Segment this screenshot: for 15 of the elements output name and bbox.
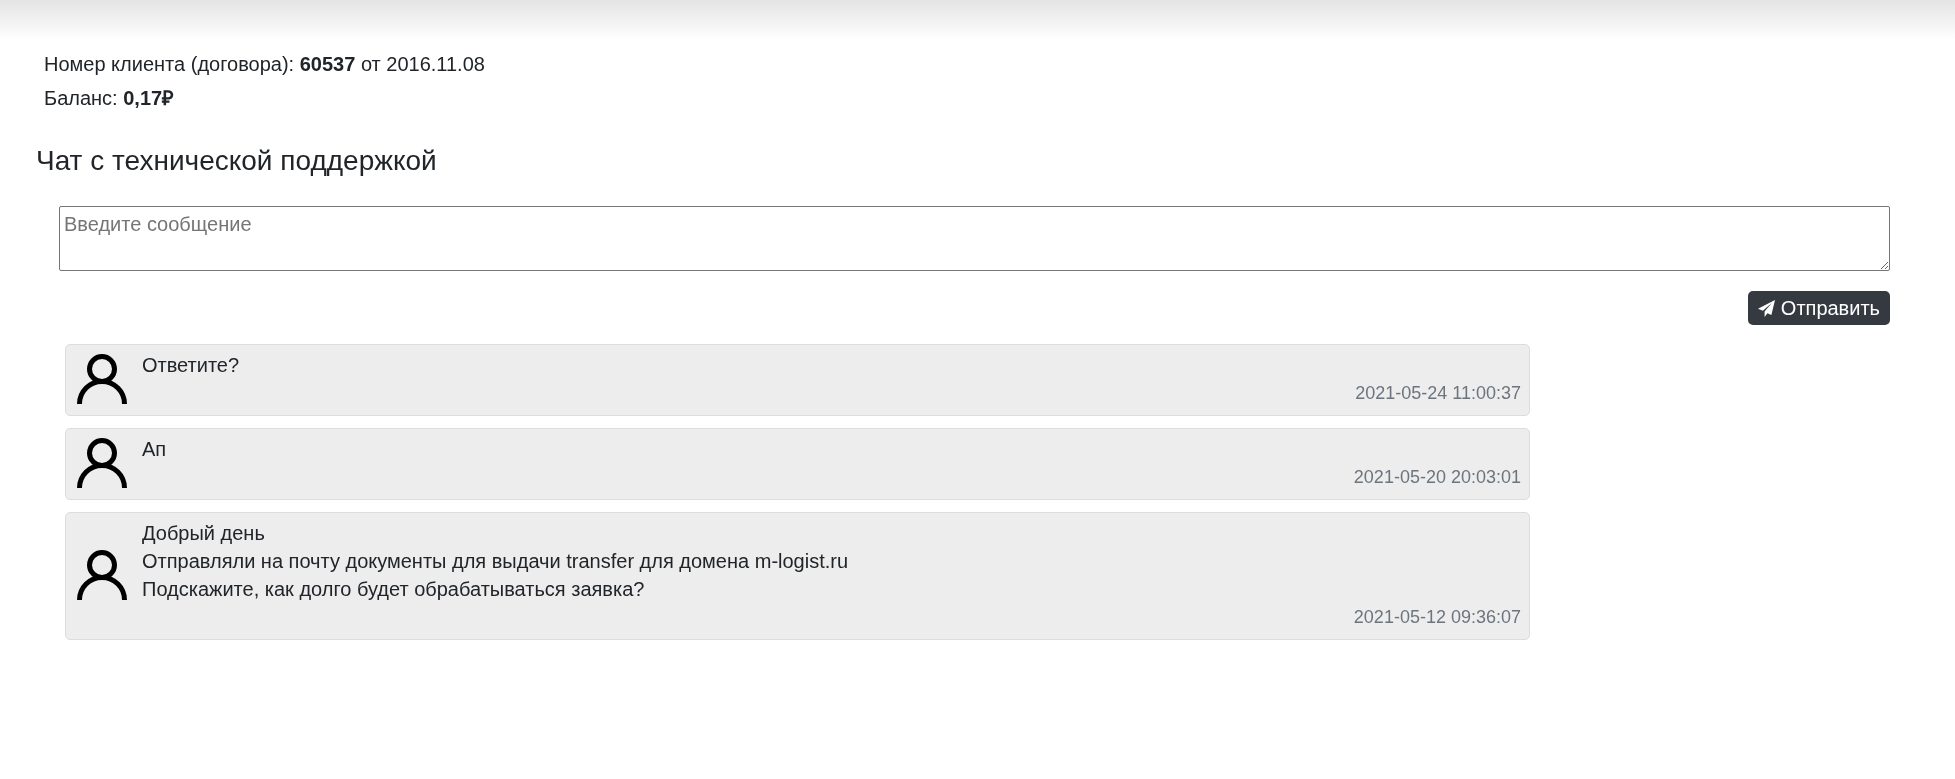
send-button[interactable]: Отправить (1747, 291, 1890, 325)
paper-plane-icon (1757, 299, 1775, 317)
client-number-text: Номер клиента (договора): 60537 от 2016.11.08 (44, 52, 485, 77)
user-avatar-icon (77, 354, 127, 404)
message-timestamp: 2021-05-12 09:36:07 (1353, 606, 1521, 629)
message-text: Ап (142, 437, 167, 462)
message-field[interactable]: Введите сообщение (59, 206, 1890, 271)
message-timestamp: 2021-05-20 20:03:01 (1353, 466, 1521, 489)
user-avatar-icon (77, 438, 127, 488)
user-avatar-icon (77, 550, 127, 600)
message-timestamp: 2021-05-24 11:00:37 (1355, 382, 1521, 405)
balance-text: Баланс: 0,17₽ (44, 86, 175, 111)
message-text: Ответите? (142, 353, 240, 378)
chat-title: Чат с технической поддержкой (36, 144, 437, 178)
message-text: Добрый день Отправляли на почту документы для выдачи transfer для домена m-logist.ru Подскажите, как долго будет обрабатываться заявка? (142, 521, 849, 602)
